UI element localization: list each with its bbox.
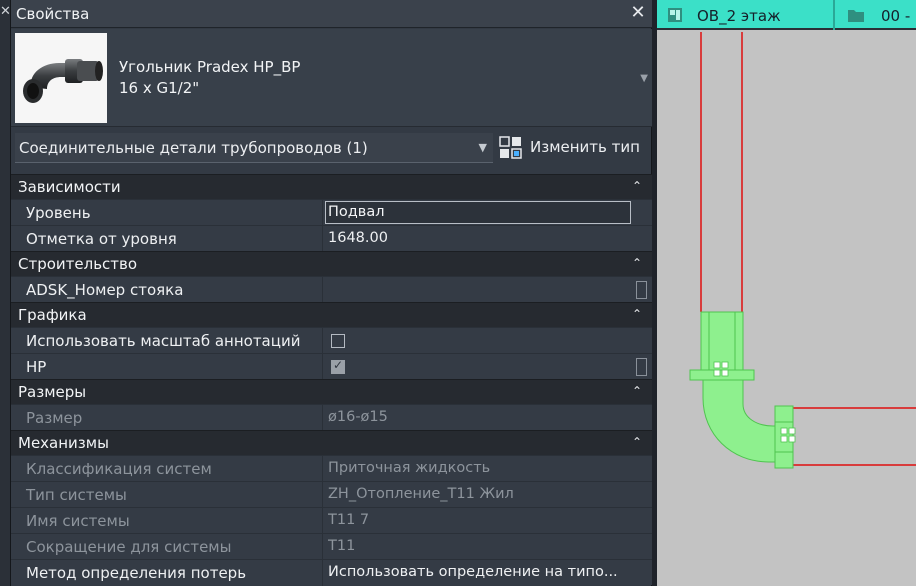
view-tabs: ОВ_2 этаж 00 - xyxy=(657,0,916,30)
property-label: Отметка от уровня xyxy=(26,230,177,248)
chevron-double-up-icon[interactable]: ⌃ xyxy=(632,384,642,398)
tab-separator xyxy=(833,0,835,30)
type-selector[interactable]: Угольник Pradex HP_BP 16 x G1/2" ▼ xyxy=(11,29,652,127)
chevron-down-icon: ▼ xyxy=(478,141,487,154)
elbow-fitting-thumbnail xyxy=(15,33,107,123)
property-value: Приточная жидкость xyxy=(328,460,491,476)
property-row-system-classification: Классификация систем Приточная жидкость xyxy=(11,455,652,482)
property-value: T11 7 xyxy=(328,512,370,528)
property-value: ZH_Отопление_T11 Жил xyxy=(328,486,514,502)
property-value[interactable]: 1648.00 xyxy=(328,230,633,246)
column-divider xyxy=(322,354,323,380)
property-label: Метод определения потерь xyxy=(26,564,247,582)
column-divider xyxy=(322,482,323,508)
property-label: Размер xyxy=(26,409,83,427)
property-row-offset[interactable]: Отметка от уровня 1648.00 xyxy=(11,225,652,252)
property-value: ø16-ø15 xyxy=(328,409,388,425)
section-constraints[interactable]: Зависимости ⌃ xyxy=(11,174,652,199)
chevron-double-up-icon[interactable]: ⌃ xyxy=(632,435,642,449)
level-input[interactable]: Подвал xyxy=(325,201,631,224)
category-filter-row: Соединительные детали трубопроводов (1) … xyxy=(11,128,652,168)
floor-plan-icon xyxy=(668,8,682,22)
property-label: HP xyxy=(26,358,47,376)
section-title: Графика xyxy=(18,306,87,324)
column-divider xyxy=(322,226,323,252)
property-row-loss-method[interactable]: Метод определения потерь Использовать оп… xyxy=(11,559,652,586)
property-label: Использовать масштаб аннотаций xyxy=(26,332,301,350)
section-dimensions[interactable]: Размеры ⌃ xyxy=(11,379,652,404)
hp-checkbox[interactable] xyxy=(331,358,345,374)
property-row-system-abbreviation: Сокращение для системы T11 xyxy=(11,533,652,560)
column-divider xyxy=(322,508,323,534)
property-value: T11 xyxy=(328,538,356,554)
section-title: Строительство xyxy=(18,255,138,273)
column-divider xyxy=(322,328,323,354)
property-row-level[interactable]: Уровень Подвал xyxy=(11,199,652,226)
edit-type-icon xyxy=(499,136,522,159)
properties-header: Свойства ✕ xyxy=(11,0,652,28)
properties-palette: Свойства ✕ Угольник Pradex HP_BP 16 x G1… xyxy=(11,0,652,586)
property-grid: Зависимости ⌃ Уровень Подвал Отметка от … xyxy=(11,174,652,586)
associate-parameter-button[interactable] xyxy=(636,358,647,376)
property-row-riser-number[interactable]: ADSK_Номер стояка xyxy=(11,276,652,303)
column-divider xyxy=(322,456,323,482)
chevron-double-up-icon[interactable]: ⌃ xyxy=(632,179,642,193)
section-mechanical[interactable]: Механизмы ⌃ xyxy=(11,430,652,455)
section-graphics[interactable]: Графика ⌃ xyxy=(11,302,652,327)
property-label: ADSK_Номер стояка xyxy=(26,281,184,299)
elbow-fitting-icon xyxy=(23,59,103,103)
plan-canvas[interactable] xyxy=(657,32,916,586)
left-panel-close-icon[interactable]: ✕ xyxy=(0,4,11,19)
property-row-annotation-scale[interactable]: Использовать масштаб аннотаций xyxy=(11,327,652,354)
section-title: Размеры xyxy=(18,383,87,401)
chevron-double-up-icon[interactable]: ⌃ xyxy=(632,307,642,321)
property-label: Сокращение для системы xyxy=(26,538,232,556)
property-label: Имя системы xyxy=(26,512,130,530)
property-label: Тип системы xyxy=(26,486,127,504)
properties-title: Свойства xyxy=(16,5,90,23)
level-value: Подвал xyxy=(328,204,385,220)
property-label: Классификация систем xyxy=(26,460,212,478)
folder-icon xyxy=(848,10,864,22)
chevron-double-up-icon[interactable]: ⌃ xyxy=(632,256,642,270)
type-family-name: Угольник Pradex HP_BP xyxy=(119,58,301,76)
type-dropdown-icon[interactable]: ▼ xyxy=(640,73,648,84)
drawing-view: ОВ_2 этаж 00 - xyxy=(653,0,916,586)
column-divider xyxy=(322,534,323,560)
column-divider xyxy=(322,560,323,586)
tab-label: 00 - xyxy=(881,7,911,25)
associate-parameter-button[interactable] xyxy=(636,281,647,299)
type-size-name: 16 x G1/2" xyxy=(119,79,200,97)
elbow-fitting[interactable] xyxy=(689,311,796,469)
category-filter-label: Соединительные детали трубопроводов (1) xyxy=(19,139,368,157)
category-filter-select[interactable]: Соединительные детали трубопроводов (1) … xyxy=(15,133,493,163)
section-construction[interactable]: Строительство ⌃ xyxy=(11,251,652,276)
edit-type-label: Изменить тип xyxy=(530,138,640,156)
property-row-size: Размер ø16-ø15 xyxy=(11,404,652,431)
annotation-scale-checkbox[interactable] xyxy=(331,334,345,348)
type-name: Угольник Pradex HP_BP 16 x G1/2" xyxy=(119,57,300,99)
column-divider xyxy=(322,405,323,431)
property-value[interactable]: Использовать определение на типо... xyxy=(328,564,633,580)
property-row-system-type: Тип системы ZH_Отопление_T11 Жил xyxy=(11,481,652,508)
column-divider xyxy=(322,277,323,303)
property-label: Уровень xyxy=(26,204,91,222)
property-row-system-name: Имя системы T11 7 xyxy=(11,507,652,534)
column-divider xyxy=(322,200,323,226)
property-row-hp[interactable]: HP xyxy=(11,353,652,380)
section-title: Механизмы xyxy=(18,434,109,452)
close-icon[interactable]: ✕ xyxy=(628,2,648,23)
section-title: Зависимости xyxy=(18,178,121,196)
tab-label: ОВ_2 этаж xyxy=(697,7,781,25)
left-docked-panel-strip: ✕ xyxy=(0,0,11,586)
